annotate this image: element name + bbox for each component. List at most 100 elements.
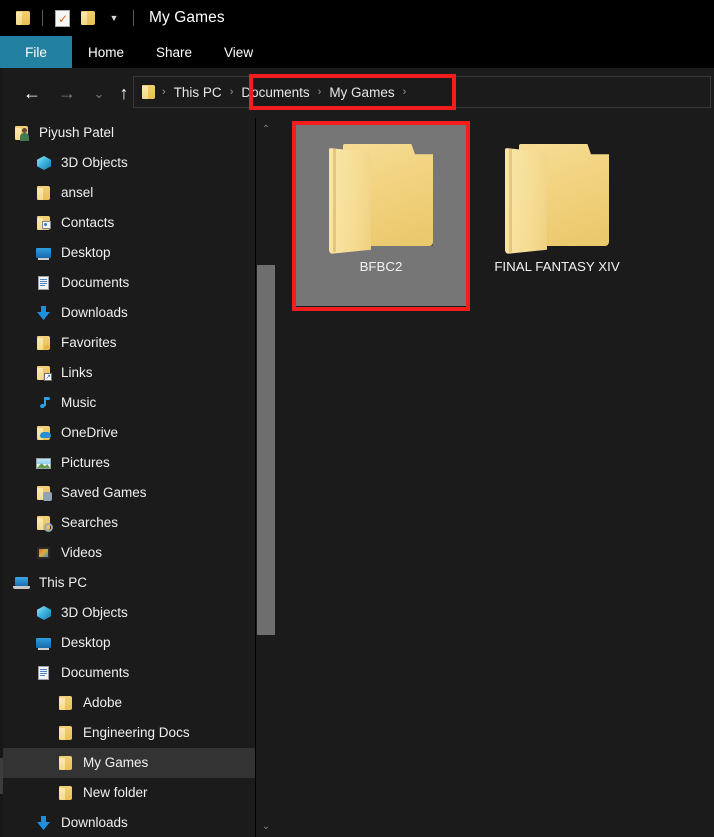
navigation-pane-scrollbar[interactable]: ⌃ ⌄ [255,118,275,837]
sidebar-item-this-pc[interactable]: This PC [3,568,255,598]
address-bar[interactable]: › This PC › Documents › My Games › [133,76,711,108]
breadcrumb-my-games[interactable]: My Games [324,85,399,100]
toolbar-divider [42,10,43,26]
sidebar-item-label: Music [61,395,97,411]
folder-icon [35,185,52,201]
breadcrumb-this-pc[interactable]: This PC [169,85,227,100]
new-folder-icon[interactable] [75,5,101,31]
breadcrumb-separator-3: › [402,86,407,98]
title-divider [133,10,134,26]
recent-locations-button[interactable]: ⌄ [88,82,110,104]
downloads-icon [35,815,52,831]
ribbon-tabs: File Home Share View [0,36,714,68]
file-tile[interactable]: BFBC2 [296,124,466,306]
sidebar-item-searches[interactable]: Searches [3,508,255,538]
sidebar-item-label: This PC [39,575,88,591]
sidebar-item-label: Adobe [83,695,123,711]
sidebar-item-onedrive[interactable]: OneDrive [3,418,255,448]
sidebar-item-label: Documents [61,665,130,681]
properties-icon[interactable]: ✓ [49,5,75,31]
scroll-up-icon[interactable]: ⌃ [256,120,276,138]
sidebar-item-engineering-docs[interactable]: Engineering Docs [3,718,255,748]
3d-objects-icon [35,605,52,621]
3d-objects-icon [35,155,52,171]
favorites-folder-icon: ★ [35,335,52,352]
title-bar: ✓ ▼ My Games [0,0,714,36]
sidebar-item-my-games[interactable]: My Games [3,748,255,778]
tab-file[interactable]: File [0,36,72,68]
sidebar-item-label: Searches [61,515,119,531]
onedrive-folder-icon [35,425,52,441]
breadcrumb-documents[interactable]: Documents [236,85,314,100]
sidebar-item-desktop[interactable]: Desktop [3,628,255,658]
folder-icon [329,138,433,254]
sidebar-item-label: Links [61,365,93,381]
sidebar-item-label: 3D Objects [61,605,128,621]
tab-home[interactable]: Home [72,36,140,68]
sidebar-item-label: Downloads [61,815,128,831]
sidebar-item-label: Documents [61,275,130,291]
sidebar-item-label: Desktop [61,245,111,261]
breadcrumb-separator-2: › [317,86,322,98]
sidebar-item-saved-games[interactable]: Saved Games [3,478,255,508]
desktop-icon [35,635,52,651]
tab-view[interactable]: View [208,36,269,68]
pictures-icon [35,455,52,471]
sidebar-item-label: Downloads [61,305,128,321]
folder-icon [57,725,74,741]
scroll-down-icon[interactable]: ⌄ [256,817,276,835]
sidebar-item-3d-objects[interactable]: 3D Objects [3,598,255,628]
sidebar-item-videos[interactable]: Videos [3,538,255,568]
navigation-pane-scrollbar-thumb[interactable] [257,265,275,635]
up-button[interactable]: ↑ [113,82,135,104]
sidebar-item-documents[interactable]: Documents [3,268,255,298]
sidebar-item-label: My Games [83,755,149,771]
sidebar-item-favorites[interactable]: ★ Favorites [3,328,255,358]
file-explorer-window: ✓ ▼ My Games File Home Share View ← → ⌄ … [0,0,714,837]
customize-chevron-icon[interactable]: ▼ [101,5,127,31]
sidebar-item-label: New folder [83,785,148,801]
breadcrumb-separator-1: › [229,86,234,98]
folder-icon [505,138,609,254]
sidebar-item-label: ansel [61,185,94,201]
downloads-icon [35,305,52,321]
sidebar-item-label: Engineering Docs [83,725,190,741]
sidebar-item-label: Videos [61,545,103,561]
sidebar-item-downloads[interactable]: Downloads [3,808,255,837]
sidebar-item-label: Favorites [61,335,117,351]
sidebar-item-piyush-patel[interactable]: Piyush Patel [3,118,255,148]
sidebar-item-documents[interactable]: Documents [3,658,255,688]
sidebar-item-pictures[interactable]: Pictures [3,448,255,478]
user-icon [13,125,30,141]
sidebar-item-music[interactable]: Music [3,388,255,418]
sidebar-item-label: Contacts [61,215,115,231]
file-tile-label: BFBC2 [359,259,403,274]
tab-share[interactable]: Share [140,36,208,68]
videos-icon [35,545,52,561]
sidebar-item-downloads[interactable]: Downloads [3,298,255,328]
sidebar-item-label: 3D Objects [61,155,128,171]
sidebar-item-label: OneDrive [61,425,119,441]
sidebar-item-adobe[interactable]: Adobe [3,688,255,718]
music-icon [35,395,52,411]
saved-games-folder-icon [35,485,52,501]
back-button[interactable]: ← [21,82,43,104]
searches-folder-icon [35,515,53,532]
folder-icon[interactable] [10,5,36,31]
sidebar-item-label: Desktop [61,635,111,651]
sidebar-item-desktop[interactable]: Desktop [3,238,255,268]
contacts-folder-icon [35,215,52,231]
sidebar-item-3d-objects[interactable]: 3D Objects [3,148,255,178]
sidebar-item-contacts[interactable]: Contacts [3,208,255,238]
navigation-pane: Piyush Patel 3D Objects ansel Contacts Deskt… [3,118,255,837]
sidebar-item-ansel[interactable]: ansel [3,178,255,208]
file-tile[interactable]: FINAL FANTASY XIV [472,124,642,306]
sidebar-item-label: Saved Games [61,485,147,501]
forward-button[interactable]: → [56,82,78,104]
sidebar-item-label: Pictures [61,455,110,471]
documents-icon [35,275,52,291]
breadcrumb-separator-0: › [162,86,166,98]
sidebar-item-links[interactable]: ↗ Links [3,358,255,388]
folder-icon [57,755,74,771]
sidebar-item-new-folder[interactable]: New folder [3,778,255,808]
